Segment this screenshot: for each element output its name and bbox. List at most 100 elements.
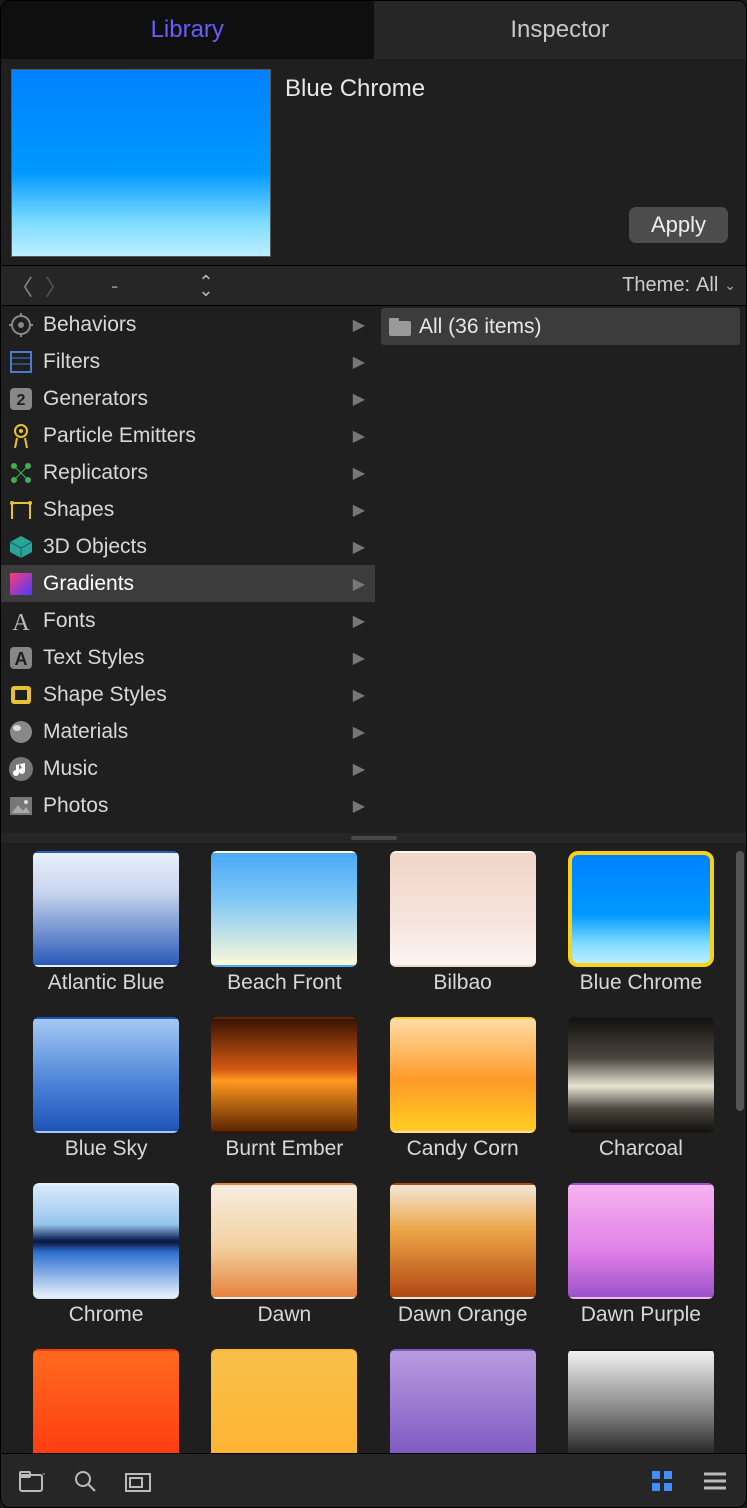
gradient-swatch (33, 1349, 179, 1453)
gradient-swatch (211, 851, 357, 967)
category-behaviors[interactable]: Behaviors▶ (1, 306, 375, 343)
gradient-item[interactable]: Dawn Purple (562, 1183, 720, 1343)
gradient-swatch (33, 851, 179, 967)
disclosure-arrow-icon: ▶ (353, 537, 365, 557)
fonts-icon: A (7, 607, 35, 635)
category-photos[interactable]: Photos▶ (1, 787, 375, 824)
category-label: Music (43, 757, 98, 781)
grid-view-icon[interactable] (650, 1469, 674, 1493)
gradient-item[interactable]: Bilbao (384, 851, 542, 1011)
category-label: 3D Objects (43, 535, 147, 559)
disclosure-arrow-icon: ▶ (353, 611, 365, 631)
category-textstyles[interactable]: A Text Styles ▶ (1, 639, 375, 676)
gradient-item[interactable] (27, 1349, 185, 1453)
gradient-swatch (568, 1183, 714, 1299)
shapestyles-icon (7, 681, 35, 709)
category-gradients[interactable]: Gradients▶ (1, 565, 375, 602)
materials-icon (7, 718, 35, 746)
path-dash: - (111, 273, 118, 299)
theme-label: Theme: (622, 274, 690, 297)
gradient-item[interactable]: Blue Chrome (562, 851, 720, 1011)
forward-icon[interactable]: 〉 (45, 270, 67, 302)
gradient-item[interactable]: Dawn (205, 1183, 363, 1343)
gradient-swatch (390, 1183, 536, 1299)
category-label: Text Styles (43, 646, 145, 670)
category-generators[interactable]: 2Generators▶ (1, 380, 375, 417)
gradient-label: Bilbao (433, 971, 491, 995)
category-label: Particle Emitters (43, 424, 196, 448)
splitter-handle[interactable] (1, 833, 746, 843)
gradient-item[interactable]: Atlantic Blue (27, 851, 185, 1011)
gradient-item[interactable]: Candy Corn (384, 1017, 542, 1177)
disclosure-arrow-icon: ▶ (353, 500, 365, 520)
gradient-item[interactable]: Charcoal (562, 1017, 720, 1177)
category-3d[interactable]: 3D Objects ▶ (1, 528, 375, 565)
gradient-label: Atlantic Blue (48, 971, 165, 995)
category-music[interactable]: Music ▶ (1, 750, 375, 787)
gradient-label: Beach Front (227, 971, 341, 995)
disclosure-arrow-icon: ▶ (353, 796, 365, 816)
stack-icon[interactable] (125, 1470, 151, 1492)
gradient-swatch (211, 1017, 357, 1133)
subfolder-all[interactable]: All (36 items) (381, 308, 740, 345)
photos-icon (7, 792, 35, 820)
path-bar: 〈 〉 - ⌃⌄ Theme: All ⌄ (1, 265, 746, 305)
category-label: Behaviors (43, 313, 136, 337)
svg-text:+: + (42, 1470, 45, 1481)
gradient-label: Charcoal (599, 1137, 683, 1161)
scrollbar-thumb[interactable] (736, 851, 744, 1111)
list-view-icon[interactable] (702, 1470, 728, 1492)
3d-icon (7, 533, 35, 561)
category-shapes[interactable]: Shapes ▶ (1, 491, 375, 528)
gradient-item[interactable]: Chrome (27, 1183, 185, 1343)
shapes-icon (7, 496, 35, 524)
category-label: Materials (43, 720, 128, 744)
category-fonts[interactable]: AFonts▶ (1, 602, 375, 639)
disclosure-arrow-icon: ▶ (353, 759, 365, 779)
tab-inspector[interactable]: Inspector (374, 1, 747, 59)
subfolder-label: All (36 items) (419, 315, 542, 339)
gradient-item[interactable] (205, 1349, 363, 1453)
category-materials[interactable]: Materials▶ (1, 713, 375, 750)
disclosure-arrow-icon: ▶ (353, 426, 365, 446)
category-label: Shapes (43, 498, 114, 522)
tab-library[interactable]: Library (1, 1, 374, 59)
gradient-item[interactable]: Beach Front (205, 851, 363, 1011)
back-icon[interactable]: 〈 (11, 270, 33, 302)
gradient-swatch (33, 1183, 179, 1299)
folder-icon (389, 318, 411, 336)
category-shapestyles[interactable]: Shape Styles▶ (1, 676, 375, 713)
generators-icon: 2 (7, 385, 35, 413)
apply-button[interactable]: Apply (629, 207, 728, 243)
preview-title: Blue Chrome (285, 69, 425, 255)
chevron-down-icon: ⌄ (724, 277, 736, 294)
category-particles[interactable]: Particle Emitters ▶ (1, 417, 375, 454)
category-replicators[interactable]: Replicators▶ (1, 454, 375, 491)
preview-thumbnail (11, 69, 271, 257)
gradient-swatch (568, 1349, 714, 1453)
gradient-item[interactable]: Dawn Orange (384, 1183, 542, 1343)
category-filters[interactable]: Filters▶ (1, 343, 375, 380)
gradient-swatch (211, 1349, 357, 1453)
stepper-icon[interactable]: ⌃⌄ (198, 278, 213, 294)
gradient-label: Blue Sky (65, 1137, 148, 1161)
gradient-item[interactable]: Blue Sky (27, 1017, 185, 1177)
category-label: Gradients (43, 572, 134, 596)
gradient-swatch (390, 851, 536, 967)
gradient-item[interactable] (384, 1349, 542, 1453)
disclosure-arrow-icon: ▶ (353, 648, 365, 668)
disclosure-arrow-icon: ▶ (353, 352, 365, 372)
search-icon[interactable] (73, 1469, 97, 1493)
new-folder-icon[interactable]: + (19, 1470, 45, 1492)
preview-section: Blue Chrome Apply (1, 59, 746, 265)
gradient-item[interactable] (562, 1349, 720, 1453)
svg-text:A: A (12, 610, 30, 634)
subfolder-list: All (36 items) (375, 306, 746, 833)
gradient-item[interactable]: Burnt Ember (205, 1017, 363, 1177)
gradient-swatch (568, 1017, 714, 1133)
disclosure-arrow-icon: ▶ (353, 463, 365, 483)
top-tabs: Library Inspector (1, 1, 746, 59)
textstyles-icon: A (7, 644, 35, 672)
theme-selector[interactable]: Theme: All ⌄ (622, 274, 736, 297)
behaviors-icon (7, 311, 35, 339)
